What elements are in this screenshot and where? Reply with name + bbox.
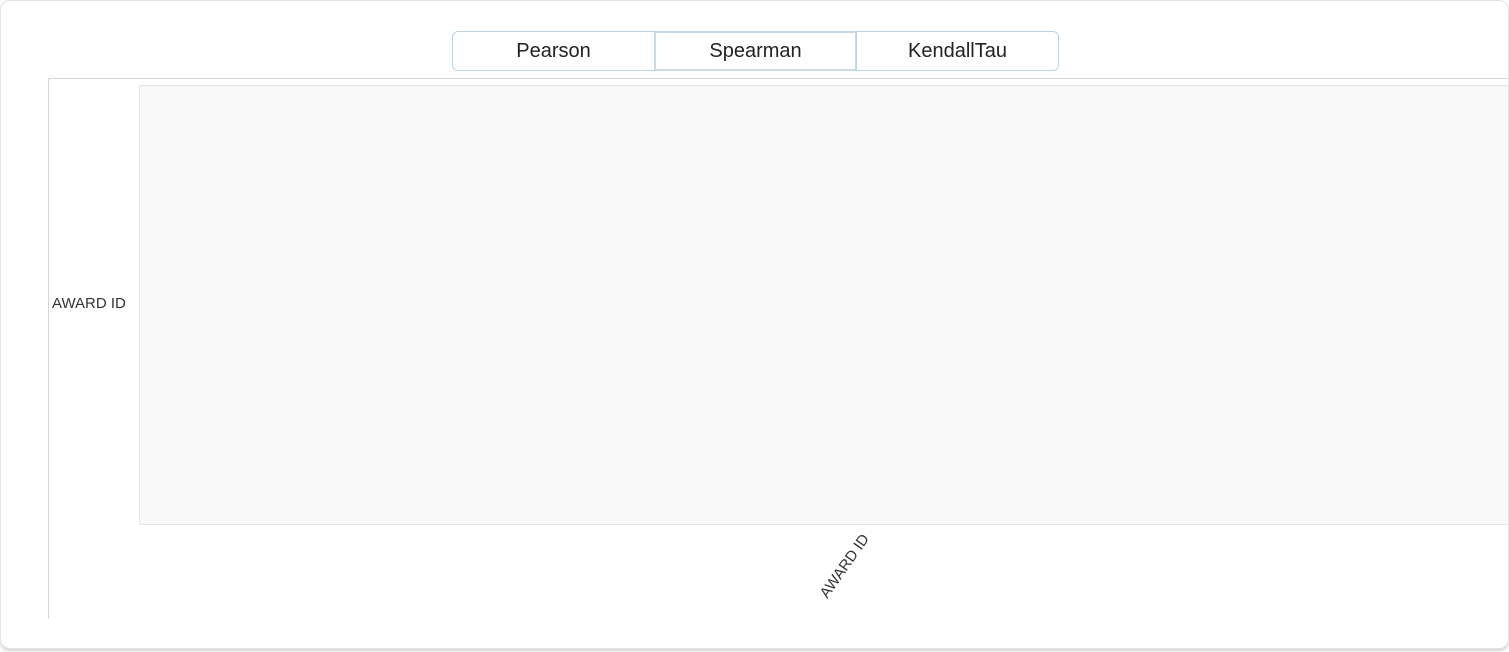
tab-kendalltau[interactable]: KendallTau: [856, 31, 1059, 71]
correlation-method-tabs: Pearson Spearman KendallTau: [452, 31, 1059, 71]
correlation-panel: Pearson Spearman KendallTau AWARD ID AWA…: [0, 0, 1509, 649]
tab-spearman[interactable]: Spearman: [654, 31, 857, 71]
tab-pearson[interactable]: Pearson: [452, 31, 655, 71]
heatmap-plot-area: [139, 85, 1508, 525]
y-tick-label: AWARD ID: [52, 295, 126, 312]
